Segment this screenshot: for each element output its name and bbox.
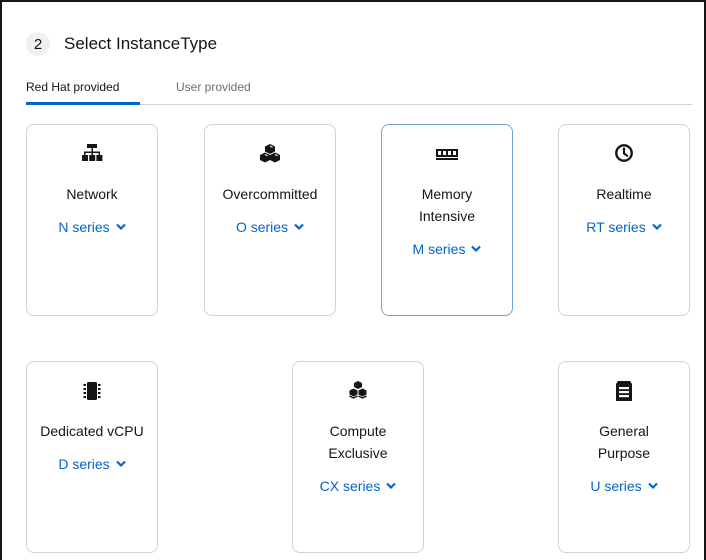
series-label: RT series (586, 219, 646, 235)
series-dropdown[interactable]: U series (590, 478, 658, 494)
chevron-down-icon (386, 482, 397, 490)
card-title: Memory Intensive (418, 186, 476, 224)
card-general-purpose[interactable]: General Purpose U series (558, 361, 690, 553)
series-label: O series (235, 219, 289, 235)
card-memory-intensive[interactable]: Memory Intensive M series (381, 124, 513, 316)
memory-icon (382, 143, 512, 165)
series-label: M series (412, 241, 466, 257)
series-label: CX series (319, 478, 381, 494)
series-dropdown[interactable]: D series (58, 456, 126, 472)
card-title: General Purpose (597, 423, 651, 461)
series-dropdown[interactable]: N series (58, 219, 126, 235)
stacked-cubes-icon (293, 380, 423, 402)
card-compute-exclusive[interactable]: Compute Exclusive CX series (292, 361, 424, 553)
step-header: 2 Select InstanceType (26, 32, 217, 56)
chevron-down-icon (115, 460, 126, 468)
clock-icon (559, 143, 689, 165)
series-label: D series (58, 456, 110, 472)
card-title: Realtime (596, 186, 652, 202)
chevron-down-icon (651, 223, 662, 231)
tab-label: User provided (176, 80, 251, 94)
tab-user-provided[interactable]: User provided (176, 74, 251, 104)
card-realtime[interactable]: Realtime RT series (558, 124, 690, 316)
step-number: 2 (26, 32, 50, 56)
tab-label: Red Hat provided (26, 80, 120, 94)
series-dropdown[interactable]: O series (236, 219, 304, 235)
step-title: Select InstanceType (64, 34, 218, 53)
series-label: N series (58, 219, 110, 235)
card-title: Network (66, 186, 118, 202)
instance-type-tabs: Red Hat provided User provided (26, 74, 692, 105)
series-dropdown[interactable]: M series (413, 241, 482, 257)
card-network[interactable]: Network N series (26, 124, 158, 316)
network-icon (27, 143, 157, 165)
series-dropdown[interactable]: CX series (320, 478, 397, 494)
series-dropdown[interactable]: RT series (586, 219, 662, 235)
card-title: Overcommitted (222, 186, 318, 202)
chevron-down-icon (115, 223, 126, 231)
server-icon (559, 380, 689, 402)
card-title: Compute Exclusive (328, 423, 388, 461)
tab-red-hat-provided[interactable]: Red Hat provided (26, 74, 140, 105)
chevron-down-icon (647, 482, 658, 490)
card-overcommitted[interactable]: Overcommitted O series (204, 124, 336, 316)
series-label: U series (590, 478, 642, 494)
card-dedicated-vcpu[interactable]: Dedicated vCPU D series (26, 361, 158, 553)
card-title: Dedicated vCPU (40, 423, 144, 439)
cubes-icon (205, 143, 335, 165)
chevron-down-icon (471, 245, 482, 253)
microchip-icon (27, 380, 157, 402)
chevron-down-icon (294, 223, 304, 231)
